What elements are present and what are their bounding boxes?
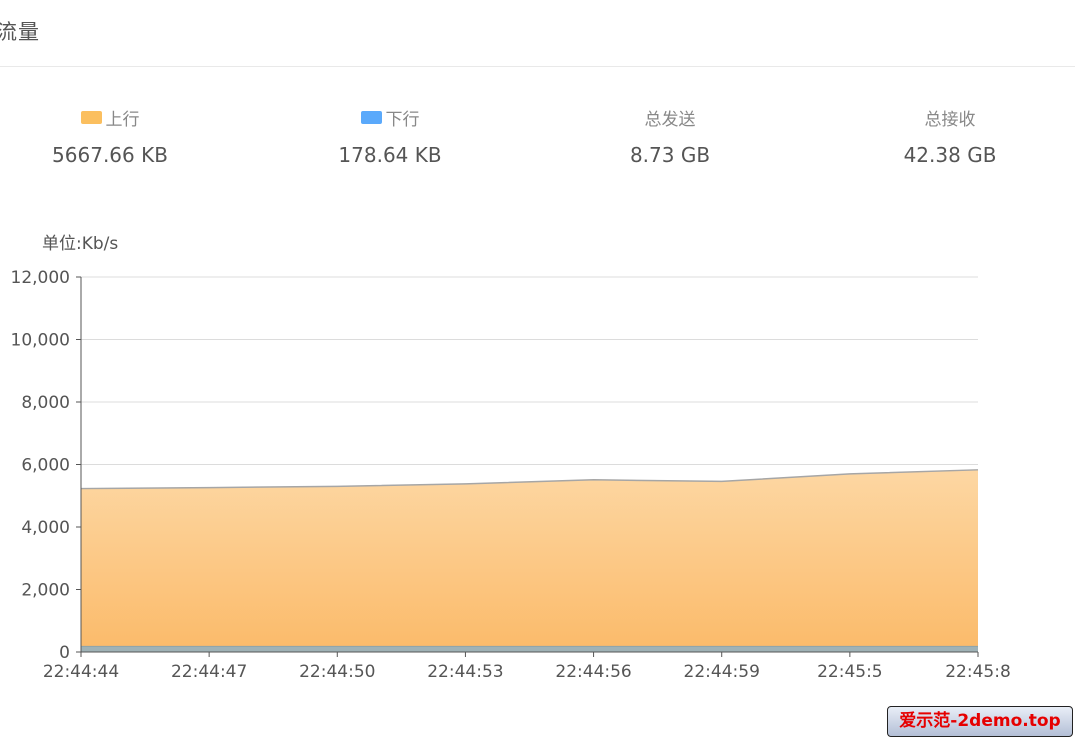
y-tick-label: 0 (59, 643, 70, 663)
x-tick-label: 22:44:56 (555, 662, 631, 682)
y-tick-label: 2,000 (21, 581, 70, 601)
stat-upload: 上行 5667.66 KB (0, 104, 220, 168)
y-tick-label: 10,000 (11, 331, 70, 351)
upload-swatch (80, 110, 102, 124)
y-tick-label: 6,000 (21, 456, 70, 476)
stat-total-sent: 总发送 8.73 GB (560, 104, 780, 168)
stat-download: 下行 178.64 KB (280, 104, 500, 168)
y-tick-label: 8,000 (21, 393, 70, 413)
stat-total-sent-value: 8.73 GB (629, 143, 711, 167)
traffic-chart: 单位:Kb/s 0 2,000 4,000 6,000 8,000 10,000 12,00… (11, 234, 1011, 682)
x-tick-label: 22:44:50 (299, 662, 375, 682)
x-tick-label: 22:45:5 (817, 662, 883, 682)
x-tick-label: 22:44:59 (684, 662, 760, 682)
unit-label: 单位:Kb/s (42, 234, 118, 254)
panel-title: 流量 (0, 20, 40, 44)
x-tick-label: 22:45:8 (945, 662, 1011, 682)
stat-total-sent-label: 总发送 (644, 109, 696, 130)
stat-download-value: 178.64 KB (338, 143, 442, 167)
stat-upload-value: 5667.66 KB (52, 143, 168, 167)
legend-download[interactable]: 下行 (280, 104, 500, 130)
series-download-area (81, 646, 978, 652)
x-tick-label: 22:44:44 (43, 662, 119, 682)
stat-download-label: 下行 (385, 109, 420, 130)
y-tick-label: 4,000 (21, 518, 70, 538)
series-upload-area (81, 469, 978, 647)
download-swatch (360, 110, 382, 124)
y-tick-label: 12,000 (11, 268, 70, 288)
stat-upload-label: 上行 (105, 109, 140, 130)
watermark-badge: 爱示范-2demo.top (887, 706, 1073, 737)
stat-total-received-value: 42.38 GB (903, 143, 997, 167)
title-divider (0, 66, 1075, 67)
x-tick-label: 22:44:53 (427, 662, 503, 682)
x-tick-label: 22:44:47 (171, 662, 247, 682)
stat-total-received: 总接收 42.38 GB (840, 104, 1060, 168)
legend-upload[interactable]: 上行 (0, 104, 220, 130)
stat-total-received-label: 总接收 (924, 109, 976, 130)
